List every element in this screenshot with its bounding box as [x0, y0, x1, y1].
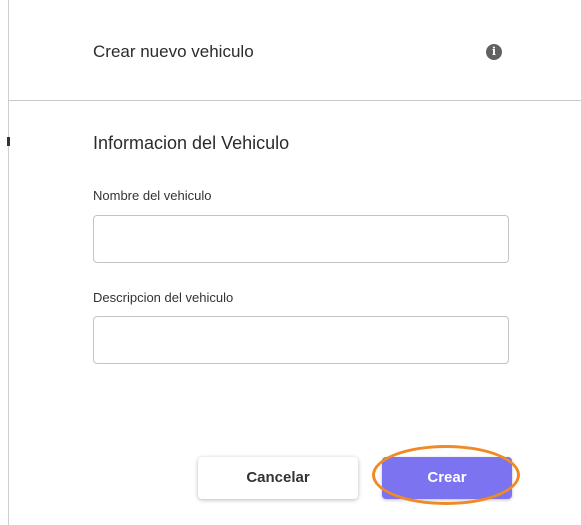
- cancel-button[interactable]: Cancelar: [198, 457, 358, 499]
- dialog-left-border: [8, 0, 9, 525]
- edge-marker: [7, 137, 10, 146]
- vehicle-description-input[interactable]: [93, 316, 509, 364]
- dialog-title: Crear nuevo vehiculo: [93, 42, 254, 61]
- create-vehicle-dialog: Crear nuevo vehiculo i Informacion del V…: [0, 0, 581, 525]
- section-title: Informacion del Vehiculo: [93, 133, 290, 153]
- vehicle-description-label: Descripcion del vehiculo: [93, 290, 234, 305]
- vehicle-name-label: Nombre del vehiculo: [93, 188, 212, 203]
- info-icon[interactable]: i: [486, 44, 502, 60]
- vehicle-name-input[interactable]: [93, 215, 509, 263]
- header-divider: [8, 100, 581, 101]
- create-button[interactable]: Crear: [382, 457, 512, 499]
